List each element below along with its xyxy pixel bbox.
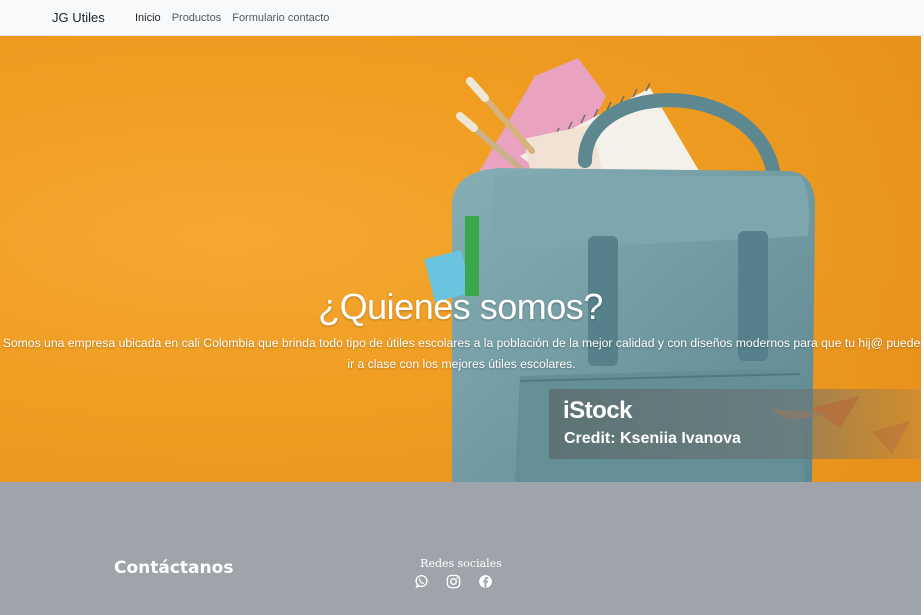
stock-watermark: iStock Credit: Kseniia Ivanova [549, 389, 921, 459]
hero-description: Somos una empresa ubicada en cali Colomb… [2, 336, 921, 371]
brand-link[interactable]: JG Utiles [52, 10, 105, 25]
watermark-credit: Credit: Kseniia Ivanova [564, 430, 741, 447]
watermark-logo: iStock [563, 397, 633, 424]
footer: Contáctanos Redes sociales [0, 482, 921, 615]
nav-link-productos[interactable]: Productos [172, 12, 222, 24]
nav-link-inicio[interactable]: Inicio [135, 12, 161, 24]
whatsapp-icon[interactable] [414, 574, 429, 589]
social-icons [414, 574, 493, 589]
top-navbar: JG Utiles Inicio Productos Formulario co… [0, 0, 924, 36]
nav-link-formulario-contacto[interactable]: Formulario contacto [232, 12, 329, 24]
social-title: Redes sociales [420, 557, 502, 570]
facebook-icon[interactable] [478, 574, 493, 589]
hero-section: ¿Quienes somos? Somos una empresa ubicad… [0, 36, 921, 482]
instagram-icon[interactable] [446, 574, 461, 589]
hero-title: ¿Quienes somos? [318, 286, 603, 327]
nav-links: Inicio Productos Formulario contacto [135, 12, 329, 24]
contact-heading: Contáctanos [114, 558, 234, 578]
